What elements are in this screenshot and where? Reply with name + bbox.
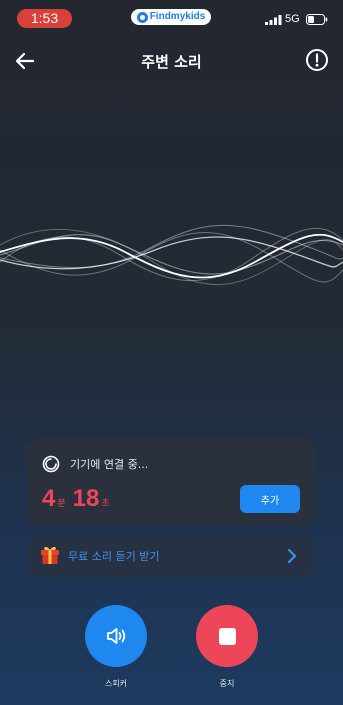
findmykids-logo-icon (136, 11, 148, 23)
status-bar: 1:53 Findmykids 5G (0, 0, 343, 38)
gift-icon (41, 546, 59, 564)
speaker-button[interactable]: 스피커 (85, 605, 147, 689)
remaining-time: 4 분 18 초 (42, 485, 117, 513)
add-time-button[interactable]: 추가 (240, 485, 300, 513)
connecting-spinner-icon (42, 455, 60, 473)
speaker-label: 스피커 (104, 679, 128, 688)
stop-button[interactable]: 중지 (196, 605, 258, 689)
signal-icon (265, 15, 282, 25)
speaker-icon (107, 628, 126, 644)
app-badge: Findmykids (131, 9, 211, 25)
ambient-sound-screen: 1:53 Findmykids 5G 주변 소리 기기에 연결 중... 4 분… (0, 0, 343, 705)
header: 주변 소리 (0, 40, 343, 82)
app-name: Findmykids (149, 11, 206, 22)
page-title: 주변 소리 (141, 53, 202, 71)
timer-minutes-unit: 분 (57, 499, 66, 509)
timer-seconds: 18 (72, 485, 100, 512)
connecting-status-text: 기기에 연결 중... (70, 458, 149, 471)
chevron-right-icon (288, 549, 296, 563)
stop-icon (218, 627, 236, 645)
connection-status-card: 기기에 연결 중... 4 분 18 초 추가 (28, 438, 314, 526)
battery-icon (306, 14, 328, 25)
status-time: 1:53 (17, 9, 72, 28)
free-listen-label: 무료 소리 듣기 받기 (68, 550, 160, 563)
speaker-button-circle[interactable] (85, 605, 147, 667)
sound-waveform (0, 224, 343, 286)
free-listen-row[interactable]: 무료 소리 듣기 받기 (28, 535, 314, 577)
network-label: 5G (285, 13, 300, 25)
timer-minutes: 4 (42, 485, 56, 512)
info-exclamation-icon[interactable] (305, 48, 329, 72)
timer-seconds-unit: 초 (101, 499, 110, 509)
stop-button-circle[interactable] (196, 605, 258, 667)
stop-label: 중지 (219, 679, 235, 688)
